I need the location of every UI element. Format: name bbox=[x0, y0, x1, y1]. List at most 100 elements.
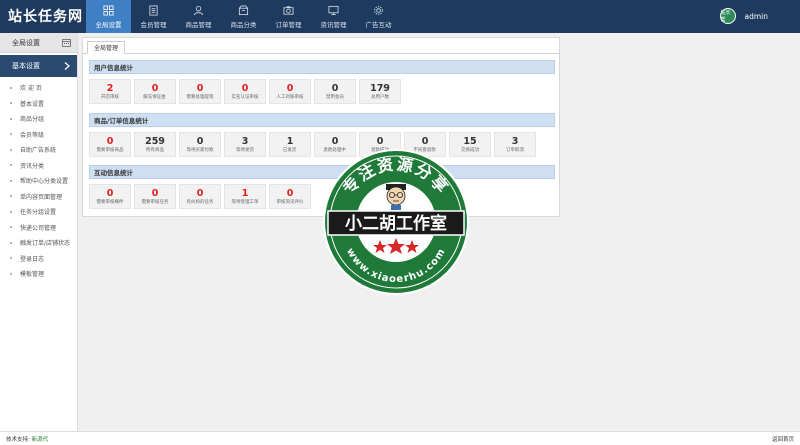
stat-value: 179 bbox=[370, 82, 390, 94]
sidebar-item[interactable]: 基本设置 bbox=[0, 96, 77, 112]
stat-label: 需要审核任务 bbox=[141, 198, 169, 205]
stat-card[interactable]: 0 等待买家付款 bbox=[179, 132, 221, 157]
nav-item-label: 订单管理 bbox=[275, 20, 302, 29]
app-logo[interactable]: 站长任务网 bbox=[8, 6, 83, 26]
footer-support-link[interactable]: 新源代 bbox=[32, 437, 49, 443]
sidebar-item-label: 任务分组设置 bbox=[20, 209, 57, 217]
sidebar-item[interactable]: 快递公司管理 bbox=[0, 220, 77, 236]
back-home-link[interactable]: 返回首页 bbox=[772, 435, 794, 443]
avatar[interactable]: 站长帮 bbox=[719, 8, 736, 24]
stat-label: 有纠纷的任务 bbox=[186, 198, 214, 205]
nav-item-label: 资讯管理 bbox=[320, 20, 347, 29]
stat-value: 259 bbox=[145, 135, 165, 147]
sidebar-item[interactable]: 资讯分类 bbox=[0, 158, 77, 174]
watermark-stamp: 专注资源分享 www.xiaoerhu.com 小二胡工作室 bbox=[323, 149, 469, 295]
footer-support: 技术支持: 新源代 bbox=[6, 435, 48, 443]
sidebar-item[interactable]: 自助广告系统 bbox=[0, 142, 77, 158]
nav-item-5[interactable]: 资讯管理 bbox=[311, 0, 356, 33]
bullet-icon bbox=[10, 148, 12, 151]
sidebar-header: 全局设置 bbox=[0, 33, 77, 53]
sidebar-item[interactable]: 触发订单/店铺状态 bbox=[0, 235, 77, 251]
sidebar-item-label: 自助广告系统 bbox=[20, 147, 57, 155]
sidebar-item[interactable]: 模板管理 bbox=[0, 266, 77, 282]
stat-card[interactable]: 0 审核资讯评价 bbox=[269, 184, 311, 209]
grid-icon bbox=[103, 5, 114, 15]
nav-item-2[interactable]: 商品管理 bbox=[176, 0, 221, 33]
bullet-icon bbox=[10, 210, 12, 213]
document-icon bbox=[149, 5, 158, 15]
sidebar: 全局设置 基本设置 欢 迎 页基本设置 商品分组 会员等级 自助广告系统 资讯分类 帮助中… bbox=[0, 33, 78, 431]
nav-item-label: 会员管理 bbox=[140, 20, 167, 29]
stat-card[interactable]: 0 有纠纷的任务 bbox=[179, 184, 221, 209]
bullet-icon bbox=[10, 133, 12, 136]
stat-label: 开店审核 bbox=[100, 93, 119, 100]
stat-card[interactable]: 2 开店审核 bbox=[89, 79, 131, 104]
stat-card[interactable]: 0 需要审核横件 bbox=[89, 184, 131, 209]
bullet-icon bbox=[10, 226, 12, 229]
stat-value: 0 bbox=[241, 82, 249, 94]
stat-card[interactable]: 1 等待受理工单 bbox=[224, 184, 266, 209]
stat-card[interactable]: 1 已发货 bbox=[269, 132, 311, 157]
stat-card[interactable]: 0 需要处理提现 bbox=[179, 79, 221, 104]
nav-item-1[interactable]: 会员管理 bbox=[131, 0, 176, 33]
stat-card[interactable]: 3 订单取消 bbox=[494, 132, 536, 157]
stat-value: 0 bbox=[151, 82, 159, 94]
username[interactable]: admin bbox=[745, 12, 769, 21]
main-nav: 全局设置 会员管理 商品管理 商品分类 订单管理 资讯管理 广告互动 bbox=[86, 0, 401, 33]
stat-card[interactable]: 0 需要审核任务 bbox=[134, 184, 176, 209]
sidebar-item-label: 欢 迎 页 bbox=[20, 85, 42, 93]
stat-value: 1 bbox=[286, 135, 294, 147]
bullet-icon bbox=[10, 195, 12, 198]
sidebar-item[interactable]: 单内容页面管理 bbox=[0, 189, 77, 205]
user-menu[interactable]: 站长帮 admin bbox=[719, 8, 769, 24]
stat-value: 2 bbox=[106, 82, 114, 94]
stat-value: 0 bbox=[106, 135, 114, 147]
sidebar-item-label: 模板管理 bbox=[20, 271, 45, 279]
sidebar-item-label: 快递公司管理 bbox=[20, 224, 57, 232]
tab-global-management[interactable]: 全局管理 bbox=[87, 41, 126, 54]
stat-label: 人工对账审核 bbox=[276, 93, 304, 100]
stat-card[interactable]: 0 实名认证审核 bbox=[224, 79, 266, 104]
sidebar-item[interactable]: 帮助中心分类设置 bbox=[0, 173, 77, 189]
tab-divider bbox=[83, 53, 559, 54]
bullet-icon bbox=[10, 86, 12, 89]
box-icon bbox=[238, 5, 249, 15]
stat-value: 3 bbox=[511, 135, 519, 147]
sidebar-list: 欢 迎 页基本设置 商品分组会员等级自助广告系统资讯分类 帮助中心分类设置 单内容页面… bbox=[0, 77, 77, 282]
sidebar-item[interactable]: 欢 迎 页 bbox=[0, 80, 77, 96]
nav-item-label: 全局设置 bbox=[95, 20, 122, 29]
nav-item-4[interactable]: 订单管理 bbox=[266, 0, 311, 33]
stat-label: 等待买家付款 bbox=[186, 146, 214, 153]
stat-card[interactable]: 3 等待发货 bbox=[224, 132, 266, 157]
sidebar-header-label: 全局设置 bbox=[12, 38, 40, 47]
nav-item-label: 商品管理 bbox=[185, 20, 212, 29]
stat-card[interactable]: 179 总用户数 bbox=[359, 79, 401, 104]
sidebar-item[interactable]: 商品分组 bbox=[0, 111, 77, 127]
stat-value: 15 bbox=[463, 135, 477, 147]
stat-value: 0 bbox=[376, 135, 384, 147]
stat-card[interactable]: 259 所有商品 bbox=[134, 132, 176, 157]
stat-card[interactable]: 0 禁用会员 bbox=[314, 79, 356, 104]
sidebar-item[interactable]: 登录日志 bbox=[0, 251, 77, 267]
sidebar-item-label: 触发订单/店铺状态 bbox=[20, 240, 71, 248]
calendar-icon[interactable] bbox=[62, 38, 71, 47]
stat-card[interactable]: 0 人工对账审核 bbox=[269, 79, 311, 104]
sidebar-item[interactable]: 任务分组设置 bbox=[0, 204, 77, 220]
stat-label: 需要审核商品 bbox=[96, 146, 124, 153]
stat-card[interactable]: 0 需要审核商品 bbox=[89, 132, 131, 157]
stat-value: 0 bbox=[286, 187, 294, 199]
sidebar-item-label: 会员等级 bbox=[20, 131, 45, 139]
sidebar-item[interactable]: 会员等级 bbox=[0, 127, 77, 143]
nav-item-0[interactable]: 全局设置 bbox=[86, 0, 131, 33]
section-title: 商品/订单信息统计 bbox=[89, 113, 555, 127]
sidebar-section-basic[interactable]: 基本设置 bbox=[0, 55, 77, 77]
stat-value: 3 bbox=[241, 135, 249, 147]
footer-prefix: 技术支持: bbox=[6, 436, 30, 443]
nav-item-label: 广告互动 bbox=[365, 20, 392, 29]
nav-item-3[interactable]: 商品分类 bbox=[221, 0, 266, 33]
camera-icon bbox=[283, 5, 294, 15]
stat-card[interactable]: 0 解冻保证金 bbox=[134, 79, 176, 104]
nav-item-6[interactable]: 广告互动 bbox=[356, 0, 401, 33]
stat-value: 0 bbox=[286, 82, 294, 94]
nav-item-label: 商品分类 bbox=[230, 20, 257, 29]
